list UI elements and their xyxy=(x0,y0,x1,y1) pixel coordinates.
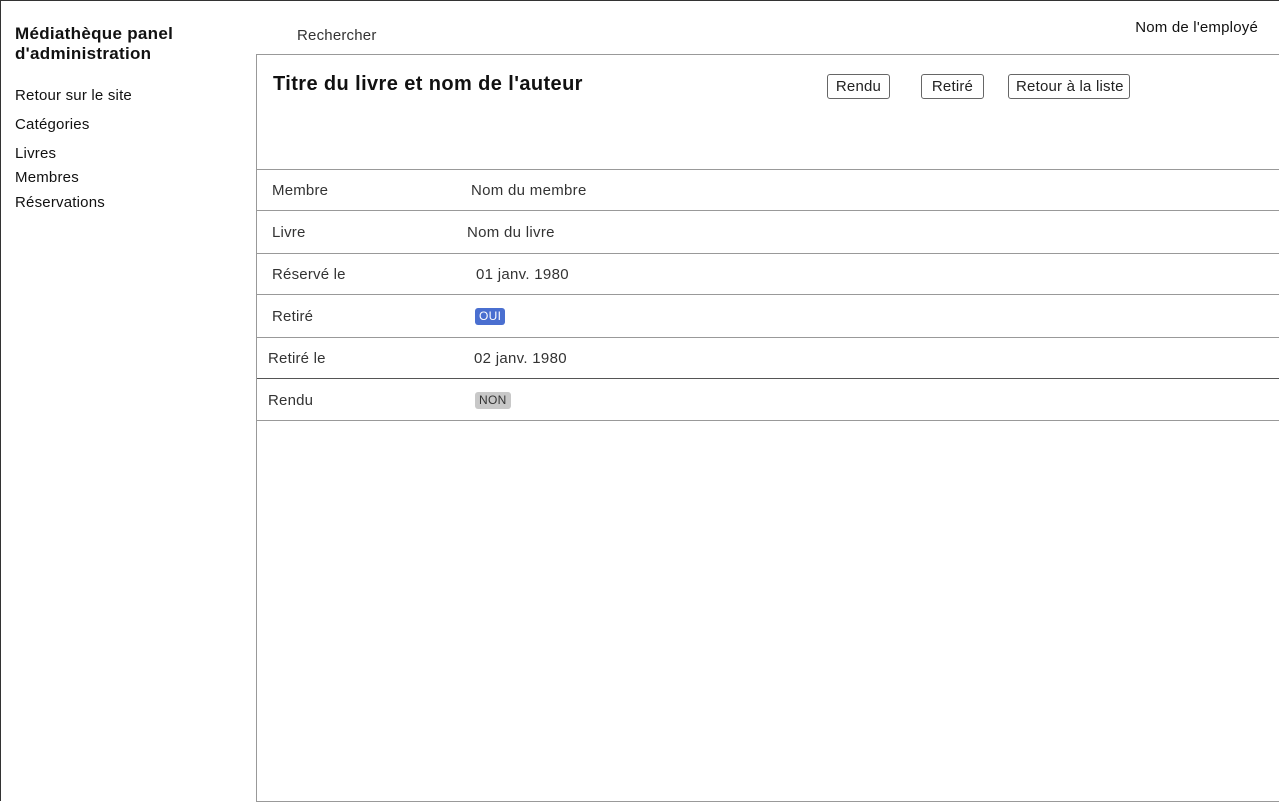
page-title: Titre du livre et nom de l'auteur xyxy=(273,73,583,95)
divider xyxy=(257,294,1279,295)
sidebar-item-categories[interactable]: Catégories xyxy=(15,116,90,133)
divider xyxy=(257,378,1279,379)
row-label-withdrawn: Retiré xyxy=(272,308,314,325)
row-value-withdrawn-on: 02 janv. 1980 xyxy=(474,350,567,367)
search-input[interactable]: Rechercher xyxy=(297,27,377,44)
row-value-member: Nom du membre xyxy=(471,182,587,199)
sidebar-item-members[interactable]: Membres xyxy=(15,169,79,186)
status-badge-returned: NON xyxy=(475,392,511,409)
user-name[interactable]: Nom de l'employé xyxy=(1135,19,1258,36)
row-label-reserved-on: Réservé le xyxy=(272,266,346,283)
row-label-returned: Rendu xyxy=(268,392,314,409)
detail-panel xyxy=(256,54,1279,802)
row-label-member: Membre xyxy=(272,182,329,199)
row-label-book: Livre xyxy=(272,224,306,241)
back-to-list-button[interactable]: Retour à la liste xyxy=(1008,74,1130,99)
row-value-reserved-on: 01 janv. 1980 xyxy=(476,266,569,283)
sidebar-item-books[interactable]: Livres xyxy=(15,145,56,162)
divider xyxy=(257,253,1279,254)
divider xyxy=(257,420,1279,421)
status-badge-withdrawn: OUI xyxy=(475,308,506,325)
row-label-withdrawn-on: Retiré le xyxy=(268,350,326,367)
app-title: Médiathèque panel d'administration xyxy=(15,24,174,63)
retire-button[interactable]: Retiré xyxy=(921,74,984,99)
divider xyxy=(257,169,1279,170)
sidebar-item-back-to-site[interactable]: Retour sur le site xyxy=(15,87,132,104)
sidebar-item-reservations[interactable]: Réservations xyxy=(15,194,105,211)
divider xyxy=(257,337,1279,338)
row-value-book: Nom du livre xyxy=(467,224,555,241)
rendu-button[interactable]: Rendu xyxy=(827,74,890,99)
divider xyxy=(257,210,1279,211)
